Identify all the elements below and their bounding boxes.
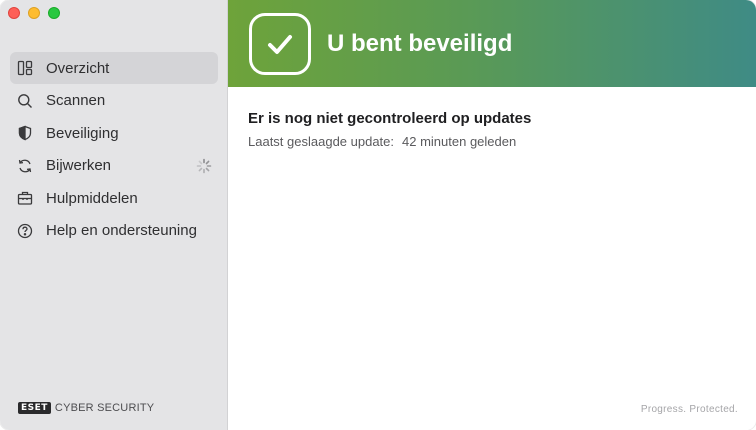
last-update-value: 42 minuten geleden — [402, 134, 517, 149]
sidebar-item-beveiliging[interactable]: Beveiliging — [10, 117, 218, 149]
sidebar-nav: Overzicht Scannen Beveiliging Bijwerken … — [10, 52, 218, 248]
app-window: Overzicht Scannen Beveiliging Bijwerken … — [0, 0, 756, 430]
sidebar-item-label: Hulpmiddelen — [46, 189, 138, 207]
help-icon — [16, 222, 34, 240]
refresh-icon — [16, 157, 34, 175]
sidebar-item-label: Help en ondersteuning — [46, 222, 197, 240]
sidebar-item-label: Bijwerken — [46, 157, 112, 175]
checkmark-icon — [249, 12, 311, 75]
search-icon — [16, 92, 34, 110]
main-panel: U bent beveiligd Er is nog niet gecontro… — [228, 0, 756, 430]
status-title: U bent beveiligd — [327, 29, 513, 57]
shield-icon — [16, 124, 34, 142]
sidebar-item-bijwerken[interactable]: Bijwerken — [10, 150, 218, 182]
loading-spinner-icon — [196, 158, 212, 174]
window-controls — [8, 7, 60, 19]
briefcase-icon — [16, 189, 34, 207]
tagline: Progress. Protected. — [640, 404, 738, 415]
sidebar-item-label: Scannen — [46, 92, 106, 110]
sidebar-item-scannen[interactable]: Scannen — [10, 85, 218, 117]
maximize-window-button[interactable] — [48, 7, 60, 19]
update-status-title: Er is nog niet gecontroleerd op updates — [248, 110, 532, 127]
last-update-label: Laatst geslaagde update: — [248, 134, 395, 149]
brand-product-name: CYBER SECURITY — [54, 402, 155, 414]
minimize-window-button[interactable] — [28, 7, 40, 19]
brand-footer: ESET CYBER SECURITY — [18, 402, 154, 414]
status-banner: U bent beveiligd — [228, 0, 756, 87]
dashboard-icon — [16, 59, 34, 77]
sidebar-item-hulpmiddelen[interactable]: Hulpmiddelen — [10, 182, 218, 214]
sidebar-item-label: Overzicht — [46, 59, 110, 77]
sidebar-item-label: Beveiliging — [46, 124, 119, 142]
sidebar-item-help[interactable]: Help en ondersteuning — [10, 215, 218, 247]
last-update-info: Laatst geslaagde update: 42 minuten gele… — [248, 134, 516, 149]
eset-logo: ESET — [18, 402, 51, 414]
sidebar-item-overzicht[interactable]: Overzicht — [10, 52, 218, 84]
sidebar: Overzicht Scannen Beveiliging Bijwerken … — [0, 0, 228, 430]
close-window-button[interactable] — [8, 7, 20, 19]
